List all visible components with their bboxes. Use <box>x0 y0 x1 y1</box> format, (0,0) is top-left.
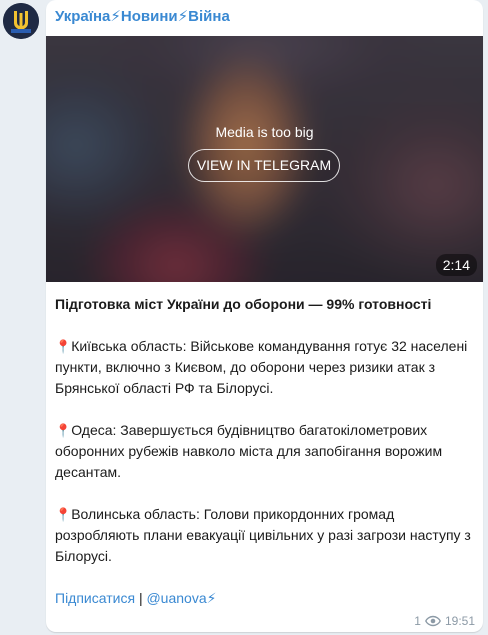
pin-icon: 📍 <box>55 507 72 522</box>
media-too-big-notice: Media is too big <box>215 124 314 140</box>
message-bubble: Україна⚡Новини⚡Війна Media is too big VI… <box>46 0 483 632</box>
view-count: 1 <box>414 614 421 628</box>
post-text: Підготовка міст України до оборони — 99%… <box>55 294 475 609</box>
trident-logo-icon <box>3 3 39 39</box>
video-preview[interactable]: Media is too big VIEW IN TELEGRAM 2:14 <box>46 36 483 282</box>
post-title: Підготовка міст України до оборони — 99%… <box>55 296 432 312</box>
channel-handle-link[interactable]: @uanova <box>146 590 206 606</box>
post-paragraph: 📍Одеса: Завершується будівництво багаток… <box>55 422 443 480</box>
pin-icon: 📍 <box>55 339 72 354</box>
channel-name[interactable]: Україна⚡Новини⚡Війна <box>55 7 230 25</box>
view-in-telegram-button[interactable]: VIEW IN TELEGRAM <box>188 149 340 182</box>
eye-icon <box>424 615 441 627</box>
post-paragraph: 📍Київська область: Військове командуванн… <box>55 338 468 396</box>
channel-avatar[interactable] <box>3 3 39 39</box>
link-separator: | <box>138 590 143 606</box>
video-duration-badge: 2:14 <box>435 254 477 276</box>
pin-icon: 📍 <box>55 423 72 438</box>
subscribe-link[interactable]: Підписатися <box>55 590 135 606</box>
message-meta: 1 19:51 <box>414 614 475 628</box>
post-footer-links: Підписатися | @uanova⚡ <box>55 588 475 609</box>
post-paragraph: 📍Волинська область: Голови прикордонних … <box>55 506 471 564</box>
message-time: 19:51 <box>444 614 475 628</box>
lightning-icon: ⚡ <box>206 590 217 606</box>
